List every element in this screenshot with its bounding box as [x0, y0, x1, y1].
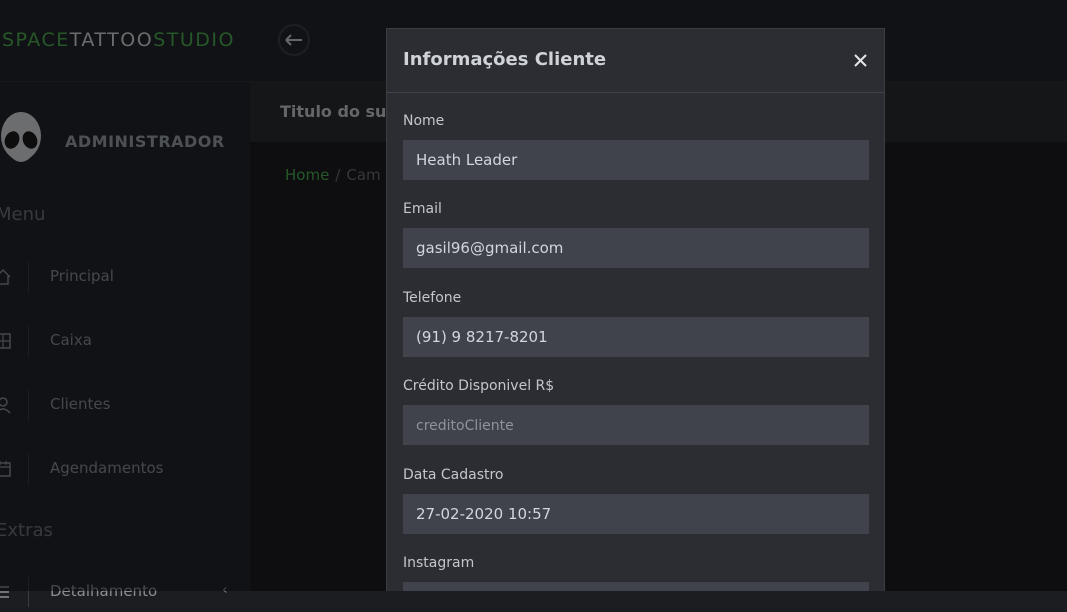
close-button[interactable] [849, 49, 871, 71]
credito-field[interactable] [403, 405, 869, 445]
instagram-label: Instagram [403, 555, 475, 571]
telefone-field[interactable] [403, 317, 869, 357]
telefone-label: Telefone [403, 290, 462, 306]
modal-header: Informações Cliente [387, 29, 884, 93]
data-cadastro-field[interactable] [403, 494, 869, 534]
close-icon [853, 53, 867, 67]
client-info-modal: Informações Cliente Nome Email Telefone … [386, 28, 885, 591]
nome-label: Nome [403, 113, 445, 129]
instagram-field[interactable] [403, 582, 869, 591]
nome-field[interactable] [403, 140, 869, 180]
data-cadastro-label: Data Cadastro [403, 467, 504, 483]
email-field[interactable] [403, 228, 869, 268]
modal-title: Informações Cliente [403, 49, 607, 70]
credito-label: Crédito Disponivel R$ [403, 378, 555, 394]
email-label: Email [403, 201, 442, 217]
